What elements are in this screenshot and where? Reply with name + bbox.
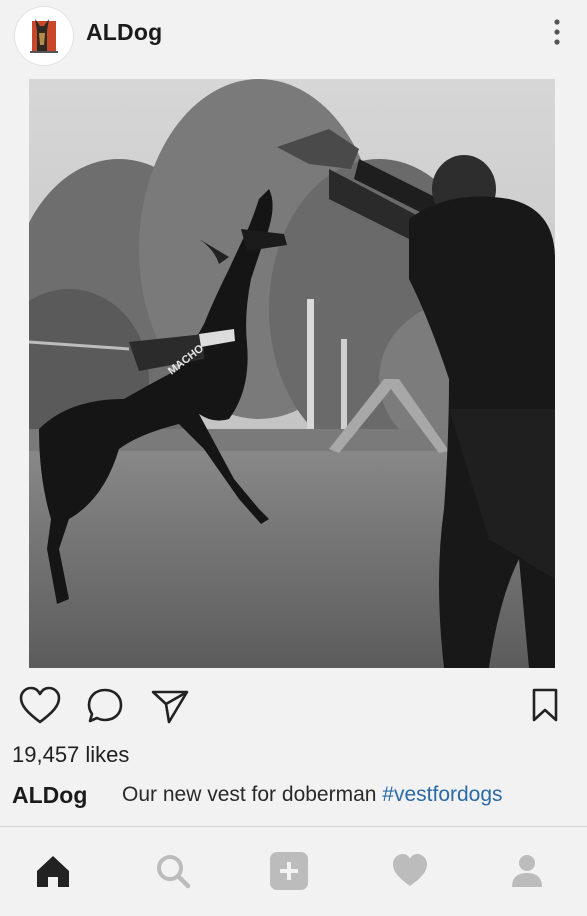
activity-heart-icon[interactable] (390, 851, 430, 891)
profile-avatar[interactable] (14, 6, 74, 66)
more-vertical-icon[interactable] (549, 16, 565, 48)
search-icon[interactable] (153, 851, 193, 891)
comment-bubble-icon[interactable] (85, 686, 125, 726)
profile-icon[interactable] (507, 851, 547, 891)
add-post-icon[interactable] (269, 851, 309, 891)
heart-outline-icon[interactable] (18, 686, 62, 726)
hashtag-link[interactable]: #vestfordogs (382, 783, 502, 806)
post-actions (0, 682, 587, 734)
post-username[interactable]: ALDog (86, 19, 162, 46)
paper-plane-icon[interactable] (150, 686, 190, 726)
home-icon[interactable] (33, 851, 73, 891)
caption-text: Our new vest for doberman (122, 783, 383, 806)
caption: Our new vest for doberman #vestfordogs (122, 783, 503, 807)
caption-username[interactable]: ALDog (12, 782, 87, 809)
post-image[interactable]: MACHO (29, 79, 555, 668)
bottom-tab-bar (0, 827, 587, 916)
bookmark-icon[interactable] (530, 686, 560, 726)
like-count[interactable]: 19,457 likes (12, 742, 129, 768)
dog-logo-icon (30, 19, 58, 53)
post-header: ALDog (0, 0, 587, 70)
